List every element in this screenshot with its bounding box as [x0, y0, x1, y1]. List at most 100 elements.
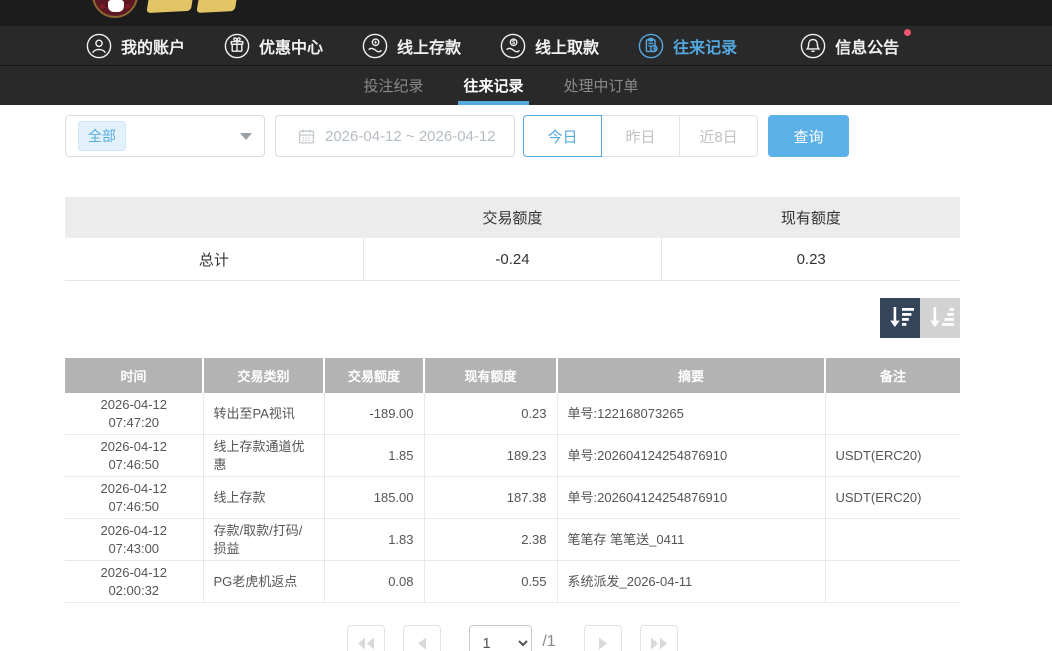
table-row: 2026-04-12 07:46:50 线上存款通道优惠 1.85 189.23…	[65, 435, 960, 477]
nav-label: 优惠中心	[259, 34, 323, 58]
nav-label: 信息公告	[835, 34, 899, 58]
chevron-down-icon	[240, 133, 252, 140]
cell-remark	[825, 393, 960, 435]
summary-table: 交易额度 现有额度 总计 -0.24 0.23	[65, 197, 960, 281]
first-page-icon	[357, 637, 375, 650]
logo-mascot-face	[108, 0, 124, 12]
deposit-icon	[362, 33, 388, 59]
tab-label: 往来记录	[463, 75, 523, 96]
cell-summary: 单号:202604124254876910	[557, 435, 825, 477]
first-page-button[interactable]	[347, 625, 385, 651]
cell-type: 线上存款通道优惠	[203, 435, 324, 477]
withdraw-icon: $	[500, 33, 526, 59]
summary-header-row: 交易额度 现有额度	[65, 197, 960, 238]
summary-total-row: 总计 -0.24 0.23	[65, 238, 960, 281]
nav-item-online-withdrawal[interactable]: $ 线上取款	[500, 33, 599, 59]
sort-ascending-button[interactable]	[920, 298, 960, 338]
selected-category-tag[interactable]: 全部	[78, 121, 126, 151]
previous-page-button[interactable]	[403, 625, 441, 651]
cell-type: 线上存款	[203, 477, 324, 519]
last-page-button[interactable]	[640, 625, 678, 651]
logo-dot-left	[100, 4, 105, 9]
pagination: 1 /1	[65, 625, 960, 651]
logo-gold-text-2	[196, 0, 237, 13]
quick-range-group: 今日 昨日 近8日	[523, 115, 758, 157]
col-header-time: 时间	[65, 358, 203, 393]
gift-icon	[224, 33, 250, 59]
cell-summary: 单号:202604124254876910	[557, 477, 825, 519]
tab-label: 投注纪录	[363, 75, 423, 96]
summary-balance-total: 0.23	[662, 238, 960, 280]
records-header-row: 时间 交易类别 交易额度 现有额度 摘要 备注	[65, 358, 960, 393]
summary-transaction-total: -0.24	[364, 238, 663, 280]
cell-balance: 0.23	[424, 393, 557, 435]
search-button[interactable]: 查询	[768, 115, 849, 157]
summary-header-empty	[65, 197, 363, 238]
main-navigation: 我的账户 优惠中心 线上存款	[0, 26, 1052, 66]
nav-item-announcements[interactable]: 信息公告	[800, 33, 899, 59]
nav-item-transaction-records[interactable]: 往来记录	[638, 33, 737, 59]
cell-time: 2026-04-12 07:47:20	[65, 393, 203, 435]
table-row: 2026-04-12 02:00:32 PG老虎机返点 0.08 0.55 系统…	[65, 561, 960, 603]
nav-item-online-deposit[interactable]: 线上存款	[362, 33, 461, 59]
col-header-remark: 备注	[825, 358, 960, 393]
logo-dot-right	[125, 4, 130, 9]
cell-amount: 1.83	[324, 519, 424, 561]
cell-remark	[825, 561, 960, 603]
notification-badge	[904, 29, 911, 36]
cell-type: 转出至PA视讯	[203, 393, 324, 435]
sort-descending-button[interactable]	[880, 298, 920, 338]
col-header-balance: 现有额度	[424, 358, 557, 393]
sub-navigation: 投注纪录 往来记录 处理中订单	[0, 66, 1052, 105]
nav-label: 我的账户	[121, 34, 185, 58]
logo-gold-text-1	[146, 0, 193, 13]
bell-icon	[800, 33, 826, 59]
summary-header-transaction: 交易额度	[363, 197, 661, 238]
records-icon	[638, 33, 664, 59]
records-table: 时间 交易类别 交易额度 现有额度 摘要 备注 2026-04-12 07:47…	[65, 358, 960, 603]
col-header-amount: 交易额度	[324, 358, 424, 393]
cell-remark	[825, 519, 960, 561]
table-row: 2026-04-12 07:43:00 存款/取款/打码/损益 1.83 2.3…	[65, 519, 960, 561]
user-icon	[86, 33, 112, 59]
cell-remark: USDT(ERC20)	[825, 477, 960, 519]
tab-processing-orders[interactable]: 处理中订单	[561, 66, 642, 105]
cell-time: 2026-04-12 07:46:50	[65, 435, 203, 477]
today-button[interactable]: 今日	[523, 115, 602, 157]
cell-balance: 189.23	[424, 435, 557, 477]
yesterday-button[interactable]: 昨日	[601, 115, 680, 157]
nav-item-promotions[interactable]: 优惠中心	[224, 33, 323, 59]
nav-label: 往来记录	[673, 34, 737, 58]
page-content: 全部 2026-04-12 ~ 2026-04-12 今日 昨日 近8日 查询	[0, 115, 1052, 651]
cell-balance: 0.55	[424, 561, 557, 603]
date-range-input[interactable]: 2026-04-12 ~ 2026-04-12	[275, 115, 515, 157]
calendar-icon	[298, 128, 315, 145]
summary-header-balance: 现有额度	[662, 197, 960, 238]
site-logo[interactable]	[92, 0, 138, 18]
tab-transaction-records[interactable]: 往来记录	[460, 66, 526, 105]
last-page-icon	[650, 637, 668, 650]
tab-betting-records[interactable]: 投注纪录	[360, 66, 426, 105]
category-select[interactable]: 全部	[65, 115, 265, 157]
filter-row: 全部 2026-04-12 ~ 2026-04-12 今日 昨日 近8日 查询	[65, 115, 1052, 157]
page-select[interactable]: 1	[469, 625, 532, 651]
cell-summary: 单号:122168073265	[557, 393, 825, 435]
nav-label: 线上取款	[535, 34, 599, 58]
date-range-value: 2026-04-12 ~ 2026-04-12	[325, 128, 496, 145]
cell-summary: 笔笔存 笔笔送_0411	[557, 519, 825, 561]
sort-controls	[65, 298, 960, 338]
cell-balance: 2.38	[424, 519, 557, 561]
page-total: /1	[542, 633, 555, 651]
nav-item-my-account[interactable]: 我的账户	[86, 33, 185, 59]
summary-total-label: 总计	[65, 238, 364, 280]
table-row: 2026-04-12 07:46:50 线上存款 185.00 187.38 单…	[65, 477, 960, 519]
nav-label: 线上存款	[397, 34, 461, 58]
last-8-days-button[interactable]: 近8日	[679, 115, 758, 157]
col-header-type: 交易类别	[203, 358, 324, 393]
cell-time: 2026-04-12 02:00:32	[65, 561, 203, 603]
cell-time: 2026-04-12 07:46:50	[65, 477, 203, 519]
cell-amount: 0.08	[324, 561, 424, 603]
cell-type: 存款/取款/打码/损益	[203, 519, 324, 561]
next-page-button[interactable]	[584, 625, 622, 651]
sort-descending-icon	[880, 298, 920, 338]
